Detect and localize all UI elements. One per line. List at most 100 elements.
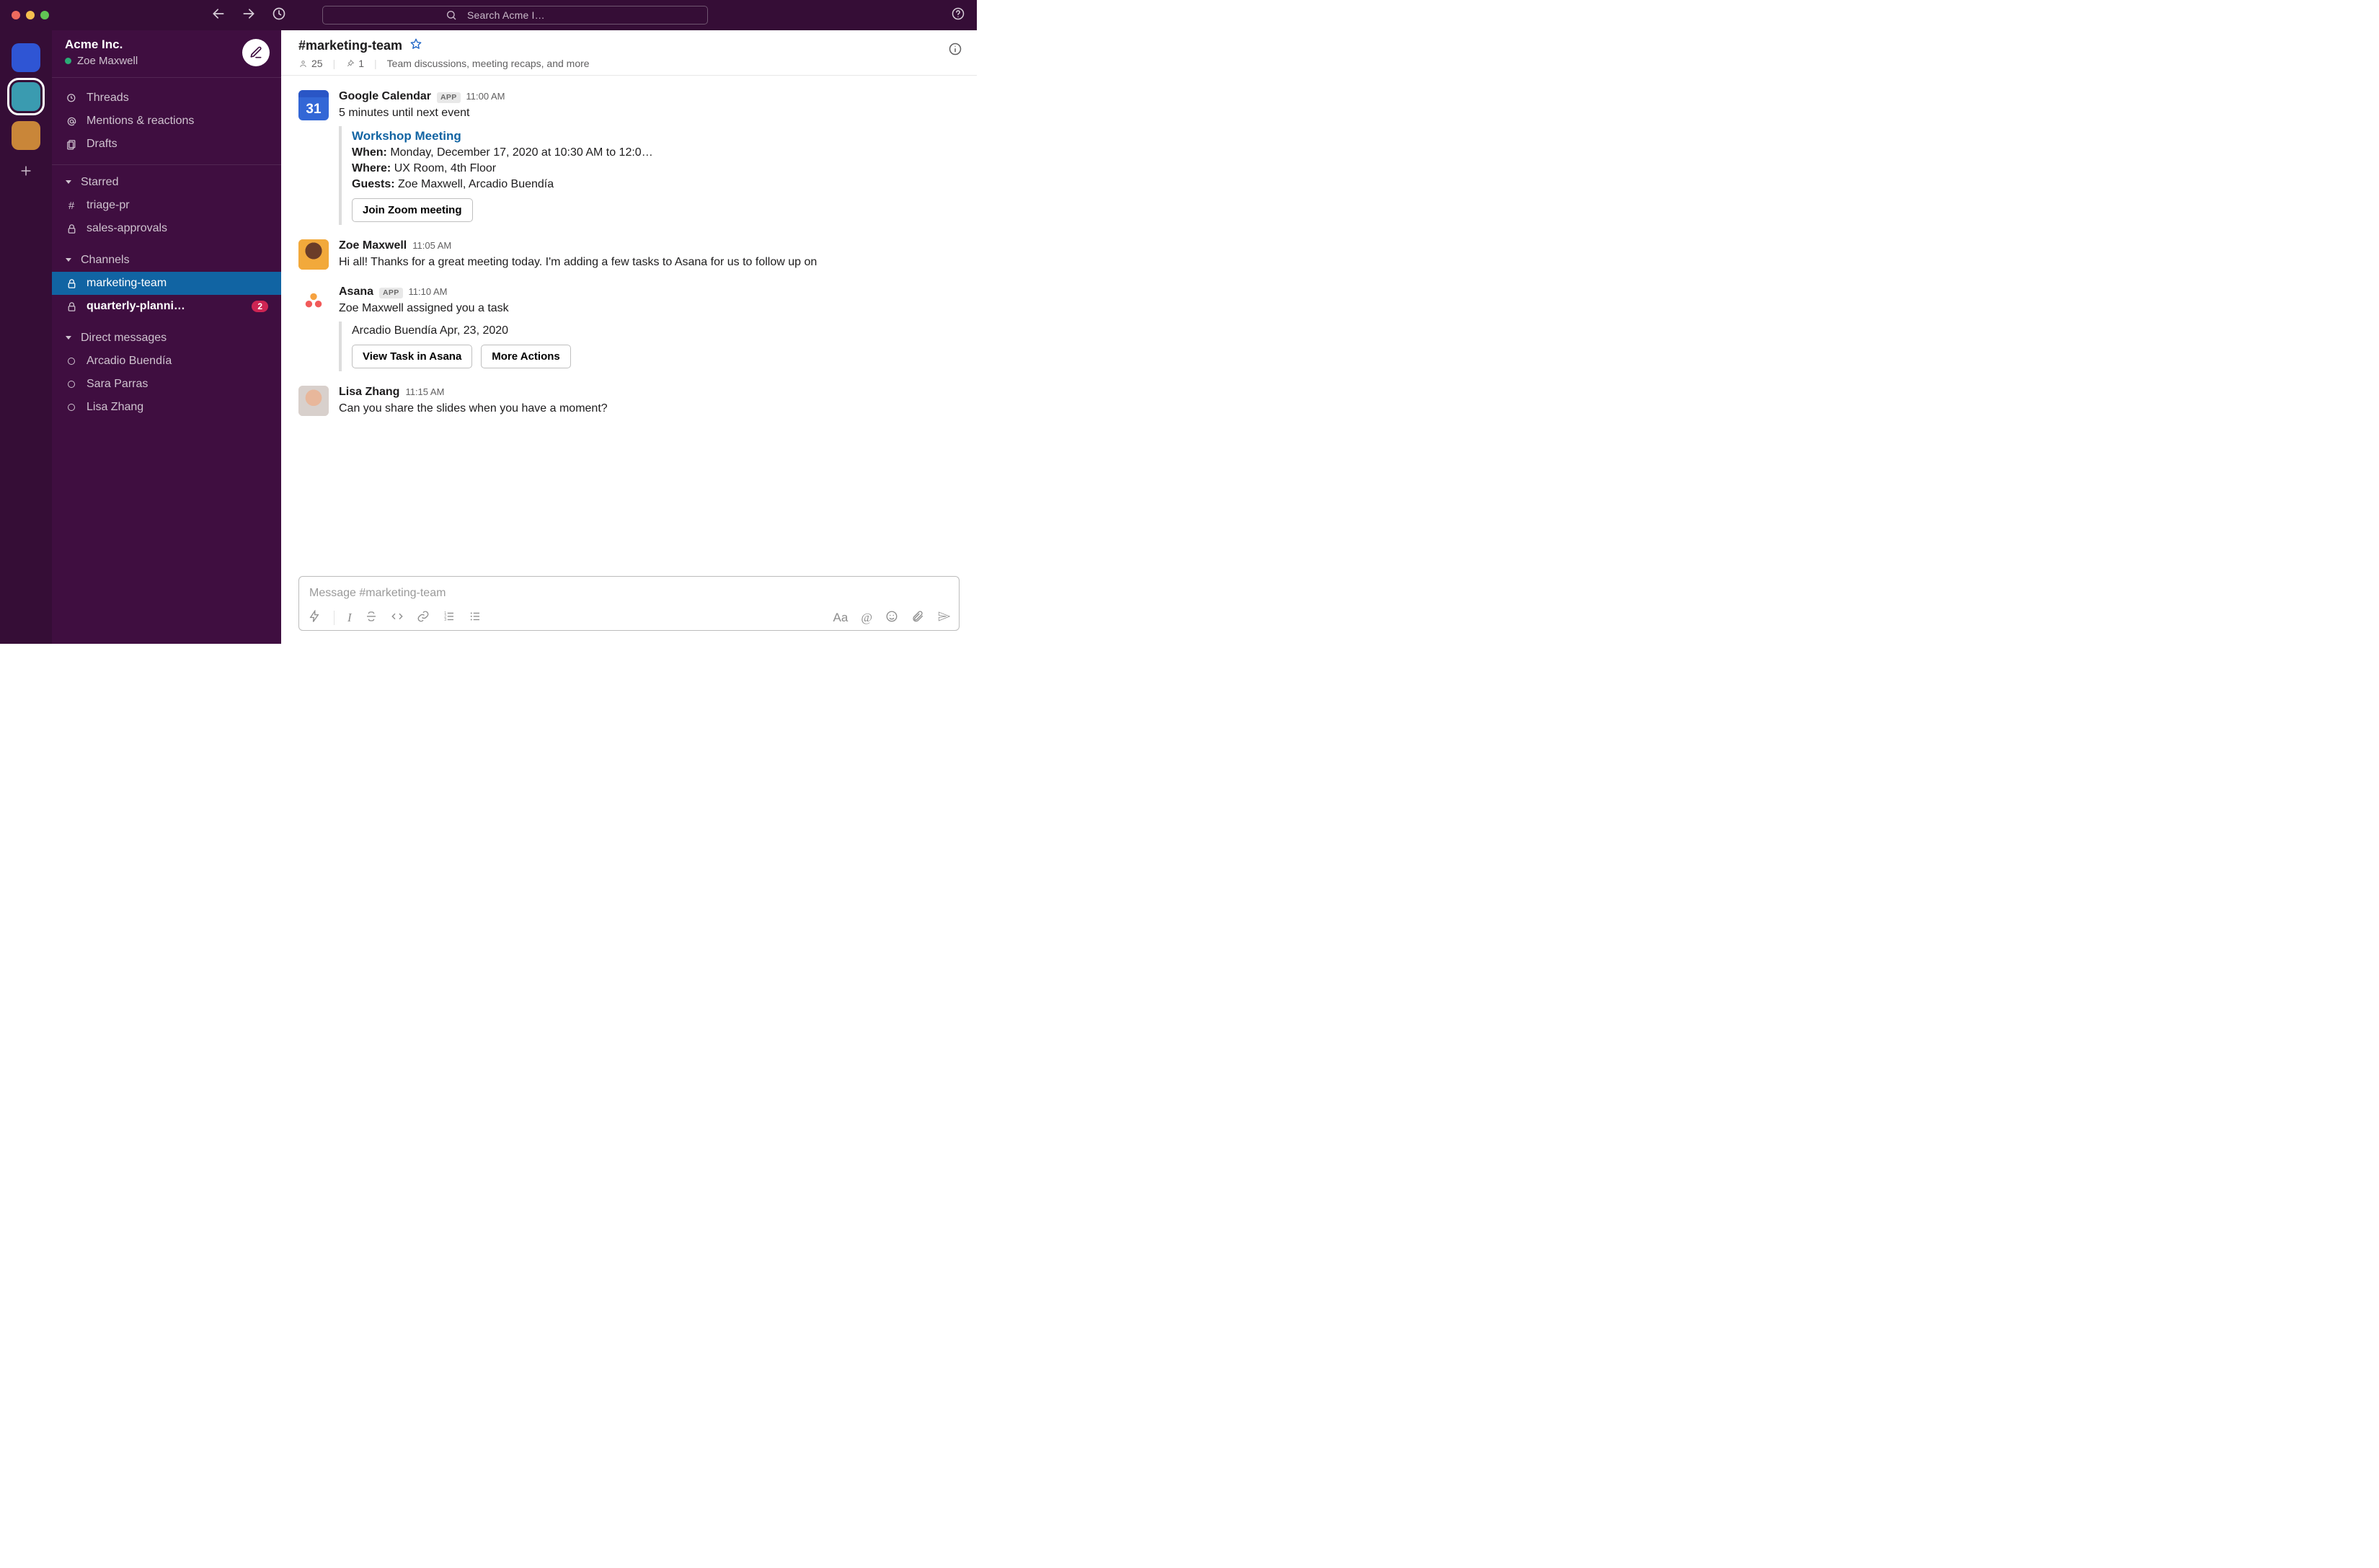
unread-badge: 2 [252,301,268,312]
workspace-header[interactable]: Acme Inc. Zoe Maxwell [52,30,281,78]
sidebar-drafts[interactable]: Drafts [52,133,281,156]
message-google-calendar: 31 Google Calendar APP 11:00 AM 5 minute… [298,83,960,232]
avatar[interactable] [298,386,329,416]
lock-icon [65,223,78,235]
person-icon [298,59,308,68]
channel-details-button[interactable] [948,42,962,59]
composer-toolbar: I 123 Aa @ [308,610,950,626]
lock-icon [65,278,78,290]
app-root: Search Acme I… Acme Inc. Zoe Max [0,0,977,644]
workspace-tile-3[interactable] [12,121,40,150]
sidebar-dms-header[interactable]: Direct messages [52,327,281,350]
attach-button[interactable] [911,610,924,626]
timestamp[interactable]: 11:10 AM [409,286,448,297]
timestamp[interactable]: 11:15 AM [405,386,444,397]
message-composer[interactable]: Message #marketing-team I 123 [298,576,960,631]
asana-icon [298,285,329,316]
italic-button[interactable]: I [347,611,352,625]
minimize-window-icon[interactable] [26,11,35,19]
caret-down-icon [65,332,72,345]
app-badge: APP [437,92,461,103]
sender-name[interactable]: Asana [339,285,373,298]
window-controls [12,11,49,19]
timestamp[interactable]: 11:05 AM [412,240,451,251]
send-button[interactable] [937,610,950,626]
sender-name[interactable]: Lisa Zhang [339,386,399,399]
timestamp[interactable]: 11:00 AM [466,91,505,102]
channel-topic[interactable]: Team discussions, meeting recaps, and mo… [387,58,590,69]
presence-active-icon [65,58,71,64]
message-text: Hi all! Thanks for a great meeting today… [339,254,960,271]
back-button[interactable] [211,6,226,24]
avatar[interactable] [298,239,329,270]
shortcuts-button[interactable] [308,610,321,626]
workspace-tile-1[interactable] [12,43,40,72]
maximize-window-icon[interactable] [40,11,49,19]
asana-attachment: Arcadio Buendía Apr, 23, 2020 View Task … [339,322,960,371]
user-name: Zoe Maxwell [77,55,138,67]
message-asana: Asana APP 11:10 AM Zoe Maxwell assigned … [298,278,960,378]
close-window-icon[interactable] [12,11,20,19]
svg-text:3: 3 [444,618,446,622]
sidebar-starred-header[interactable]: Starred [52,171,281,194]
mentions-icon [65,115,78,128]
composer-area: Message #marketing-team I 123 [281,576,977,644]
code-button[interactable] [391,610,404,626]
more-actions-button[interactable]: More Actions [481,345,570,368]
sidebar-channels-header[interactable]: Channels [52,249,281,272]
history-button[interactable] [272,6,286,24]
help-button[interactable] [951,6,965,24]
add-workspace-button[interactable] [18,163,34,182]
search-placeholder: Search Acme I… [467,9,545,21]
message-text: 5 minutes until next event [339,105,960,122]
sidebar-item-quarterly-planning[interactable]: quarterly-planni… 2 [52,295,281,318]
sidebar-dm-sara[interactable]: Sara Parras [52,373,281,396]
channel-name[interactable]: #marketing-team [298,38,402,53]
history-nav [211,6,286,24]
threads-icon [65,92,78,105]
compose-button[interactable] [242,39,270,66]
pin-count[interactable]: 1 [345,58,364,69]
ordered-list-button[interactable]: 123 [443,610,456,626]
sidebar-dm-lisa[interactable]: Lisa Zhang [52,396,281,419]
link-button[interactable] [417,610,430,626]
view-task-button[interactable]: View Task in Asana [352,345,472,368]
sidebar-dms-section: Direct messages Arcadio Buendía Sara Par… [52,324,281,425]
presence-away-icon [68,358,75,365]
sidebar-item-marketing-team[interactable]: marketing-team [52,272,281,295]
mention-button[interactable]: @ [861,611,872,625]
workspace-rail [0,30,52,644]
join-zoom-button[interactable]: Join Zoom meeting [352,198,473,222]
sender-name[interactable]: Zoe Maxwell [339,239,407,252]
strikethrough-button[interactable] [365,610,378,626]
sidebar-item-sales-approvals[interactable]: sales-approvals [52,217,281,240]
sender-name[interactable]: Google Calendar [339,90,431,103]
pin-icon [345,59,355,68]
google-calendar-icon: 31 [298,90,329,120]
composer-placeholder[interactable]: Message #marketing-team [308,584,950,610]
search-input[interactable]: Search Acme I… [322,6,708,25]
sidebar-mentions[interactable]: Mentions & reactions [52,110,281,133]
sidebar-threads[interactable]: Threads [52,87,281,110]
sidebar-dm-arcadio[interactable]: Arcadio Buendía [52,350,281,373]
workspace-name: Acme Inc. [65,37,138,52]
message-zoe: Zoe Maxwell 11:05 AM Hi all! Thanks for … [298,232,960,278]
bullet-list-button[interactable] [469,610,482,626]
message-list[interactable]: 31 Google Calendar APP 11:00 AM 5 minute… [281,76,977,576]
drafts-icon [65,138,78,151]
member-count[interactable]: 25 [298,58,323,69]
event-title[interactable]: Workshop Meeting [352,129,960,143]
emoji-button[interactable] [885,610,898,626]
hash-icon: # [65,200,78,212]
channel-header: #marketing-team 25 | 1 [281,30,977,76]
caret-down-icon [65,254,72,267]
workspace-tile-2[interactable] [12,82,40,111]
presence-away-icon [68,381,75,388]
current-user: Zoe Maxwell [65,55,138,67]
sidebar-item-triage-pr[interactable]: # triage-pr [52,194,281,217]
format-button[interactable]: Aa [833,611,849,625]
topbar: Search Acme I… [0,0,977,30]
sidebar-starred-section: Starred # triage-pr sales-approvals [52,165,281,246]
forward-button[interactable] [242,6,256,24]
star-channel-button[interactable] [409,37,422,53]
